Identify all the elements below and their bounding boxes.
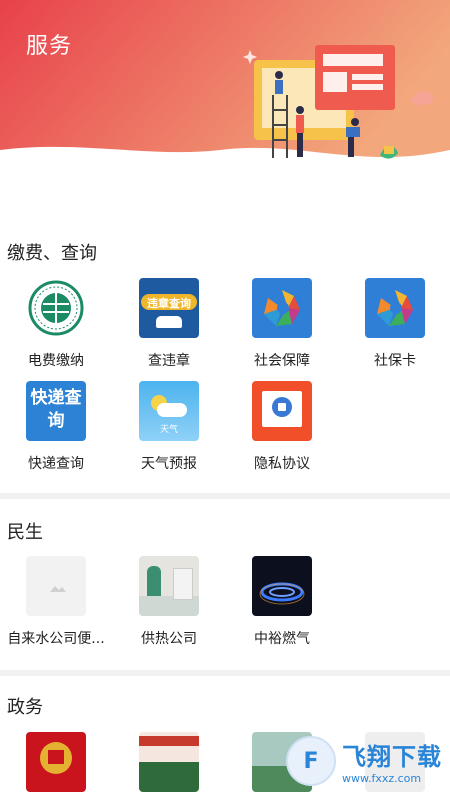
tile-weather[interactable]: 天气 天气预报 (113, 381, 225, 473)
image-placeholder-icon (26, 556, 86, 616)
social-security-logo-icon (252, 278, 312, 338)
watermark: F 飞翔下载 www.fxxz.com (286, 736, 442, 786)
section-title-payments: 缴费、查询 (7, 243, 97, 264)
express-query-icon: 快递查询 (26, 381, 86, 441)
privacy-lock-icon (252, 381, 312, 441)
watermark-url: www.fxxz.com (342, 772, 422, 785)
tile-label: 社会保障 (254, 353, 310, 369)
tile-label: 快递查询 (28, 456, 84, 472)
tile-traffic-violation[interactable]: 违章查询 查违章 (113, 278, 225, 370)
tile-label: 隐私协议 (254, 456, 310, 472)
tile-social-card[interactable]: 社保卡 (339, 278, 450, 370)
tile-label: 中裕燃气 (254, 631, 310, 647)
header-banner: 服务 (0, 0, 450, 200)
tile-label: 电费缴纳 (28, 353, 84, 369)
section-divider (0, 670, 450, 676)
tile-label: 天气预报 (141, 456, 197, 472)
section-title-livelihood: 民生 (7, 522, 43, 543)
social-card-logo-icon (365, 278, 425, 338)
section-divider (0, 493, 450, 499)
heating-photo-icon (139, 556, 199, 616)
page-title: 服务 (26, 34, 73, 59)
tile-express[interactable]: 快递查询 快递查询 (0, 381, 112, 473)
tile-privacy[interactable]: 隐私协议 (226, 381, 338, 473)
tile-gas-company[interactable]: 中裕燃气 (226, 556, 338, 648)
tile-label: 自来水公司便... (7, 631, 105, 647)
tile-label: 供热公司 (141, 631, 197, 647)
section-title-government: 政务 (7, 697, 43, 718)
watermark-logo-icon: F (286, 736, 336, 786)
tile-electricity[interactable]: 电费缴纳 (0, 278, 112, 370)
gas-flame-icon (252, 556, 312, 616)
tile-social-security[interactable]: 社会保障 (226, 278, 338, 370)
tile-government-2[interactable] (113, 732, 225, 792)
watermark-title: 飞翔下载 (342, 743, 442, 771)
tile-label: 查违章 (148, 353, 190, 369)
government-photo-icon (139, 732, 199, 792)
tile-water-company[interactable]: 自来水公司便... (0, 556, 112, 648)
traffic-violation-icon: 违章查询 (139, 278, 199, 338)
tile-government-1[interactable] (0, 732, 112, 792)
tile-label: 社保卡 (374, 353, 416, 369)
weather-icon: 天气 (139, 381, 199, 441)
tile-heating-company[interactable]: 供热公司 (113, 556, 225, 648)
national-emblem-icon (26, 732, 86, 792)
state-grid-logo-icon (26, 278, 86, 338)
